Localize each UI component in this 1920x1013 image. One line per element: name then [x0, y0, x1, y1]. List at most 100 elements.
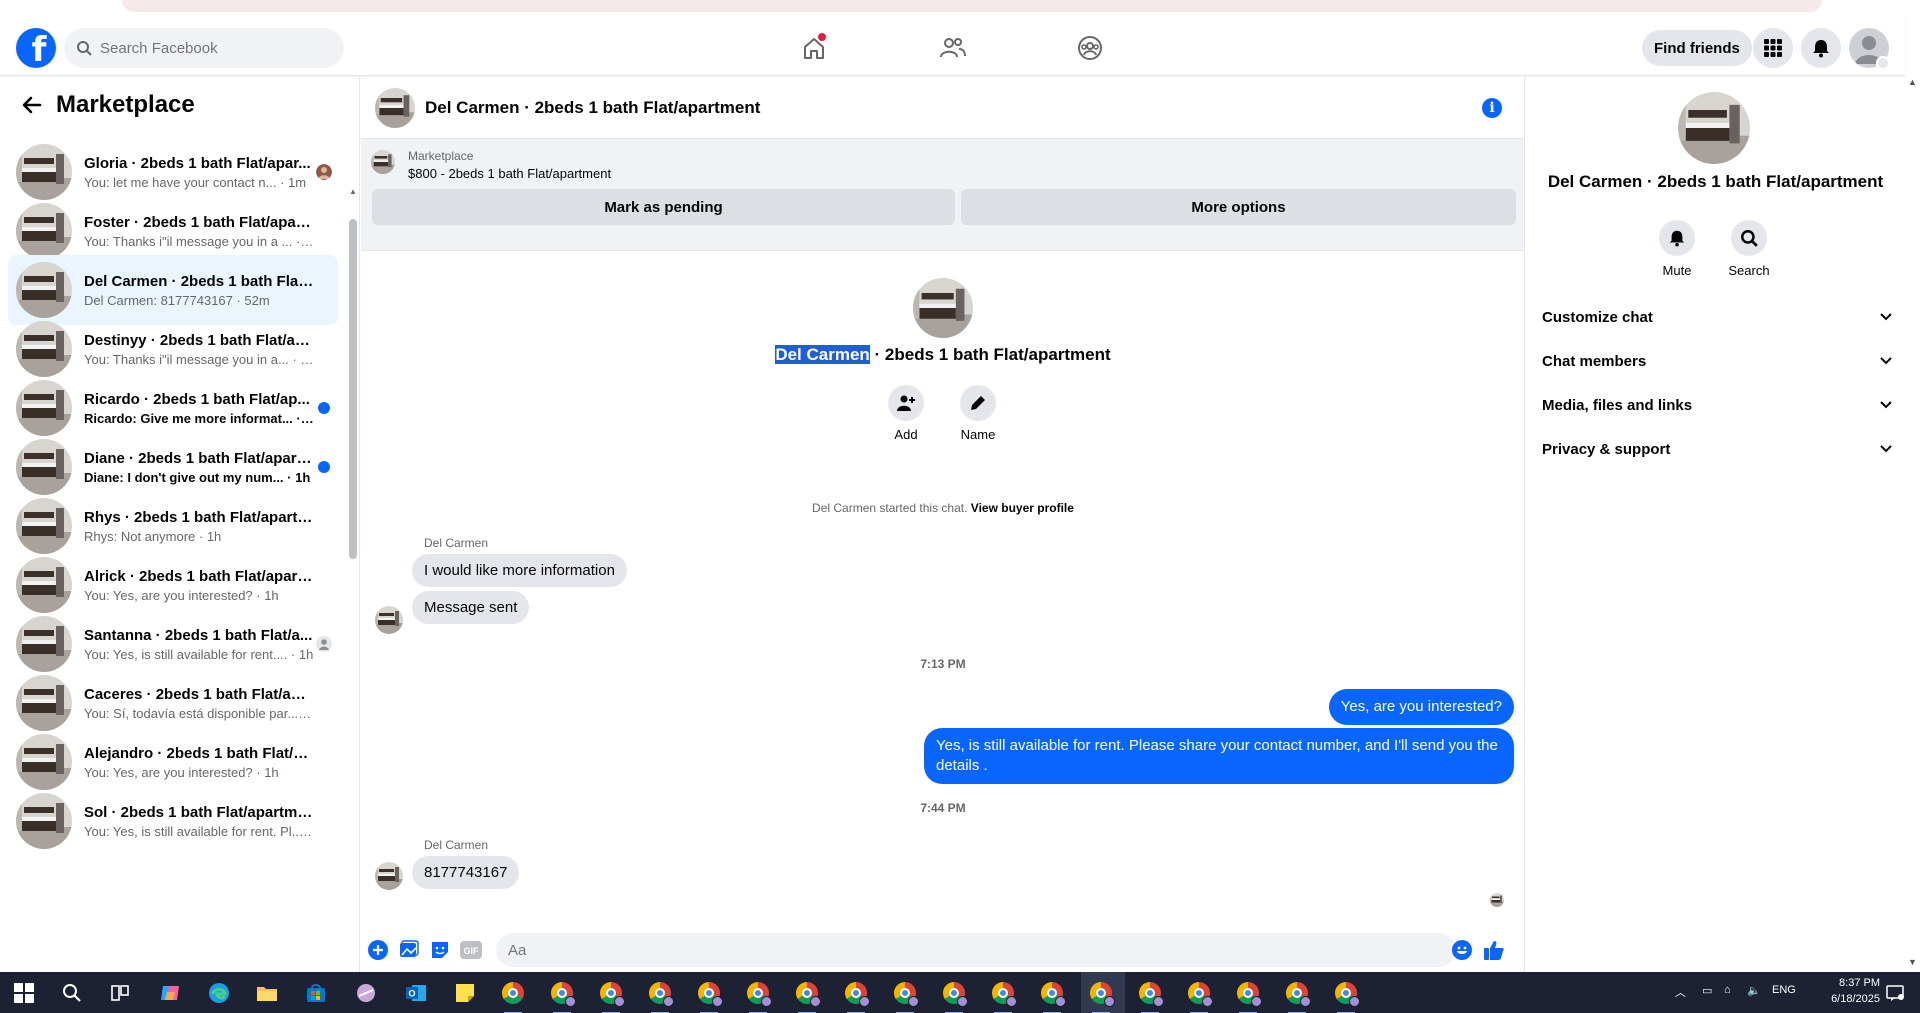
- chrome-profile-icon[interactable]: [1186, 980, 1213, 1013]
- listing-price[interactable]: $800 - 2beds 1 bath Flat/apartment: [408, 166, 611, 181]
- conversation-thumbnail: [16, 144, 72, 200]
- language-indicator[interactable]: ENG: [1772, 984, 1796, 996]
- conversation-name: Destinyy · 2beds 1 bath Flat/apa...: [84, 331, 314, 349]
- media-files-links-section[interactable]: Media, files and links: [1542, 387, 1892, 423]
- scrollbar-thumb[interactable]: [349, 219, 357, 559]
- photo-icon[interactable]: [398, 939, 420, 961]
- scroll-up-arrow[interactable]: ▲: [1908, 77, 1917, 87]
- find-friends-button[interactable]: Find friends: [1642, 30, 1752, 66]
- mute-button[interactable]: Mute: [1647, 220, 1707, 278]
- conversation-item[interactable]: Sol · 2beds 1 bath Flat/apartment You: Ye…: [8, 786, 338, 856]
- message-bubble-outgoing[interactable]: Yes, is still available for rent. Please…: [924, 728, 1514, 784]
- chat-details-avatar[interactable]: [1678, 92, 1750, 164]
- sender-avatar[interactable]: [375, 606, 403, 634]
- scroll-up-arrow[interactable]: ▲: [349, 187, 357, 196]
- chat-header: Del Carmen · 2beds 1 bath Flat/apartment…: [361, 77, 1524, 139]
- sender-avatar[interactable]: [375, 862, 403, 890]
- account-chevron-icon[interactable]: [1876, 56, 1890, 70]
- chat-intro-title: Del Carmen · 2beds 1 bath Flat/apartment: [361, 345, 1525, 365]
- gif-icon[interactable]: GIF: [460, 939, 482, 961]
- conversation-name: Caceres · 2beds 1 bath Flat/apar...: [84, 685, 314, 703]
- plus-circle-icon[interactable]: [367, 939, 389, 961]
- volume-icon[interactable]: 🔈: [1747, 984, 1761, 997]
- chrome-profile-icon[interactable]: [745, 980, 772, 1013]
- chrome-profile-icon[interactable]: [892, 980, 919, 1013]
- thumbs-up-icon[interactable]: [1483, 939, 1505, 961]
- notifications-bell-icon[interactable]: [1801, 28, 1841, 68]
- message-input[interactable]: [496, 933, 1456, 967]
- chrome-profile-icon[interactable]: [1137, 980, 1164, 1013]
- message-bubble-incoming[interactable]: 8177743167: [412, 856, 520, 889]
- facebook-logo[interactable]: f: [16, 28, 56, 68]
- back-arrow-icon[interactable]: [20, 93, 44, 117]
- outlook-icon[interactable]: O: [403, 980, 429, 1006]
- chrome-profile-icon[interactable]: [941, 980, 968, 1013]
- app-icon-generic[interactable]: [353, 980, 379, 1006]
- taskbar-search-icon[interactable]: [59, 980, 85, 1006]
- chrome-profile-icon[interactable]: [1235, 980, 1262, 1013]
- name-label: Name: [960, 427, 996, 442]
- search-input[interactable]: [100, 39, 320, 57]
- conversation-preview: Rhys: Not anymore · 1h: [84, 528, 222, 544]
- customize-chat-section[interactable]: Customize chat: [1542, 299, 1892, 335]
- chrome-profile-icon[interactable]: [647, 980, 674, 1013]
- mark-as-pending-button[interactable]: Mark as pending: [372, 189, 955, 225]
- network-icon[interactable]: ⌂: [1724, 984, 1731, 996]
- more-options-button[interactable]: More options: [961, 189, 1516, 225]
- notification-center-icon[interactable]: [1882, 980, 1908, 1006]
- message-bubble-incoming[interactable]: Message sent: [412, 591, 530, 624]
- scroll-down-arrow[interactable]: ▼: [1908, 957, 1917, 967]
- listing-thumbnail[interactable]: [375, 87, 415, 128]
- chrome-profile-icon[interactable]: [549, 980, 576, 1013]
- address-bar[interactable]: [122, 0, 1822, 12]
- chrome-profile-icon[interactable]: [1088, 980, 1115, 1013]
- sender-name: Del Carmen: [424, 838, 489, 852]
- chevron-down-icon: [1880, 401, 1892, 409]
- friends-icon[interactable]: [935, 30, 971, 66]
- copilot-icon[interactable]: [157, 980, 183, 1006]
- search-icon: [77, 41, 92, 56]
- chrome-profile-icon[interactable]: [990, 980, 1017, 1013]
- chrome-profile-icon[interactable]: [1333, 980, 1360, 1013]
- notification-dot: [818, 33, 826, 41]
- groups-icon[interactable]: [1072, 30, 1108, 66]
- chat-members-section[interactable]: Chat members: [1542, 343, 1892, 379]
- file-explorer-icon[interactable]: [254, 980, 280, 1006]
- page-scrollbar[interactable]: ▲ ▼: [1905, 77, 1920, 972]
- menu-grid-icon[interactable]: [1753, 28, 1793, 68]
- chat-pane: Del Carmen · 2beds 1 bath Flat/apartment…: [361, 77, 1525, 972]
- meet-now-icon[interactable]: ▭: [1702, 984, 1712, 997]
- message-bubble-incoming[interactable]: I would like more information: [412, 554, 627, 587]
- chrome-profile-icon[interactable]: [1284, 980, 1311, 1013]
- windows-start-icon[interactable]: [11, 980, 37, 1006]
- pencil-icon: [971, 396, 985, 410]
- privacy-support-section[interactable]: Privacy & support: [1542, 431, 1892, 467]
- chrome-profile-icon[interactable]: [598, 980, 625, 1013]
- emoji-icon[interactable]: [1451, 939, 1473, 961]
- chrome-profile-icon[interactable]: [794, 980, 821, 1013]
- chrome-profile-icon[interactable]: [843, 980, 870, 1013]
- listing-thumbnail-small[interactable]: [371, 150, 395, 174]
- sidebar-scrollbar[interactable]: ▲ ▼: [349, 137, 357, 967]
- edge-icon[interactable]: [206, 980, 232, 1006]
- sticker-icon[interactable]: [429, 939, 451, 961]
- chat-title[interactable]: Del Carmen · 2beds 1 bath Flat/apartment: [425, 98, 760, 118]
- info-icon[interactable]: i: [1482, 98, 1502, 118]
- chrome-profile-icon[interactable]: [696, 980, 723, 1013]
- view-buyer-profile-link[interactable]: View buyer profile: [971, 501, 1074, 515]
- timestamp-separator: 7:13 PM: [920, 657, 966, 671]
- search-in-chat-button[interactable]: Search: [1719, 220, 1779, 278]
- microsoft-store-icon[interactable]: [303, 980, 329, 1006]
- home-icon[interactable]: [796, 30, 832, 66]
- section-label: Media, files and links: [1542, 396, 1693, 414]
- name-chat-button[interactable]: Name: [948, 385, 1008, 442]
- sticky-notes-icon[interactable]: [452, 980, 478, 1006]
- add-people-button[interactable]: Add: [876, 385, 936, 442]
- message-bubble-outgoing[interactable]: Yes, are you interested?: [1328, 689, 1514, 725]
- chrome-profile-icon[interactable]: [1039, 980, 1066, 1013]
- tray-overflow-chevron-icon[interactable]: ︿: [1675, 984, 1686, 1000]
- task-view-icon[interactable]: [107, 980, 133, 1006]
- conversation-preview: Diane: I don't give out my num... · 1h: [84, 469, 311, 485]
- chrome-icon[interactable]: [500, 980, 526, 1013]
- search-bar[interactable]: [64, 28, 344, 68]
